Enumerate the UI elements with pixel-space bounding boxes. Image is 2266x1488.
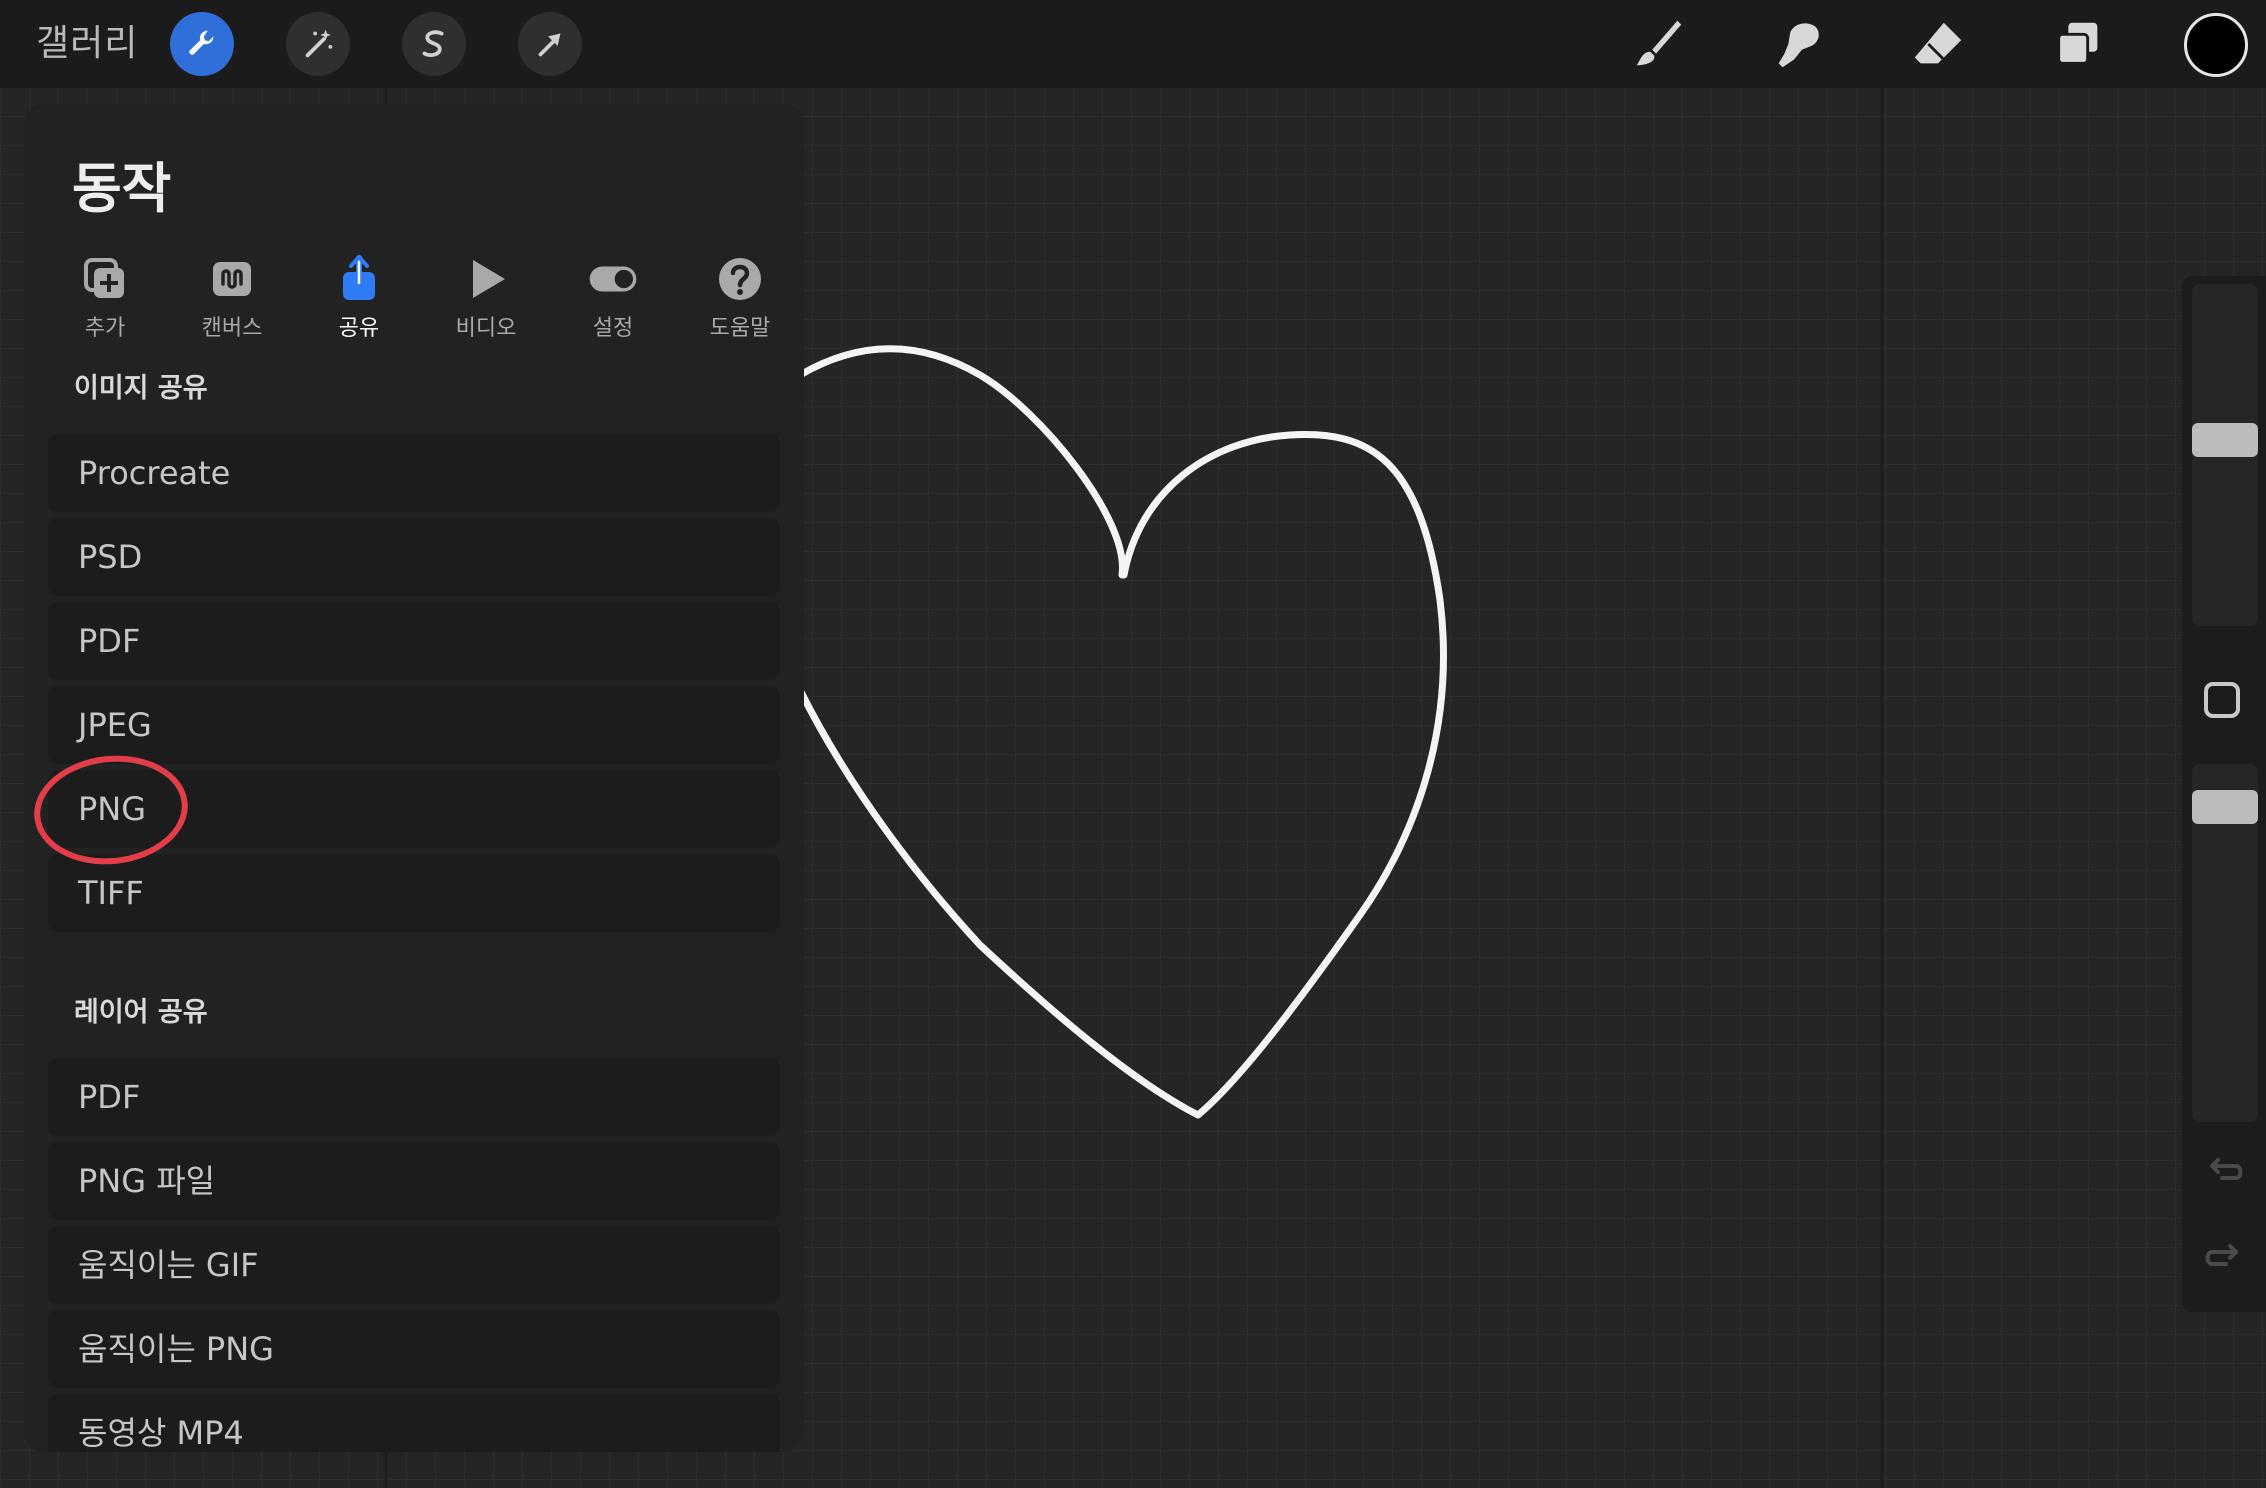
brush-tool-button[interactable] <box>1626 12 1690 76</box>
selection-button[interactable] <box>402 12 466 76</box>
panel-title: 동작 <box>72 157 172 220</box>
share-pdf-item[interactable]: PDF <box>48 602 780 680</box>
selection-s-icon <box>422 30 444 57</box>
actions-button[interactable] <box>170 12 234 76</box>
right-sidebar <box>2182 276 2266 1312</box>
tab-canvas[interactable]: 캔버스 <box>177 254 287 344</box>
layer-share-header: 레이어 공유 <box>74 997 208 1028</box>
tab-settings-label: 설정 <box>592 316 634 341</box>
toggle-icon <box>589 266 637 292</box>
color-picker-button[interactable] <box>2184 13 2248 77</box>
tab-add[interactable]: 추가 <box>50 254 160 344</box>
wrench-icon <box>189 30 214 55</box>
share-tiff-item[interactable]: TIFF <box>48 854 780 932</box>
image-share-list: Procreate PSD PDF JPEG PNG TIFF <box>48 434 780 938</box>
tab-settings[interactable]: 설정 <box>558 254 668 344</box>
actions-tabs: 추가 캔버스 공유 비디오 설정 도움말 <box>50 254 790 344</box>
actions-panel: 동작 추가 캔버스 공유 비디오 설정 도움말 이미지 공유 Procreate… <box>24 104 804 1452</box>
brush-size-slider[interactable] <box>2192 284 2258 626</box>
brush-size-thumb[interactable] <box>2192 423 2258 457</box>
canvas-icon <box>213 262 251 296</box>
tab-add-label: 추가 <box>84 316 126 341</box>
layer-share-animated-gif-item[interactable]: 움직이는 GIF <box>48 1226 780 1304</box>
image-share-header: 이미지 공유 <box>74 373 208 404</box>
opacity-thumb[interactable] <box>2192 790 2258 824</box>
share-png-item[interactable]: PNG <box>48 770 780 848</box>
tab-canvas-label: 캔버스 <box>201 316 263 341</box>
tab-video-label: 비디오 <box>455 316 517 341</box>
opacity-slider[interactable] <box>2192 764 2258 1122</box>
arrow-cursor-icon <box>538 33 561 57</box>
gallery-button[interactable]: 갤러리 <box>36 16 138 72</box>
undo-icon[interactable] <box>2202 1152 2246 1196</box>
share-jpeg-item[interactable]: JPEG <box>48 686 780 764</box>
layer-share-mp4-item[interactable]: 동영상 MP4 <box>48 1394 780 1452</box>
help-icon <box>719 258 761 300</box>
share-psd-item[interactable]: PSD <box>48 518 780 596</box>
magic-wand-icon <box>305 29 333 58</box>
top-toolbar: 갤러리 <box>0 0 2266 88</box>
smudge-icon <box>1778 23 1819 68</box>
layers-icon <box>2057 22 2098 65</box>
modify-button[interactable] <box>2204 682 2240 718</box>
tab-share-label: 공유 <box>338 316 380 341</box>
layer-share-pdf-item[interactable]: PDF <box>48 1058 780 1136</box>
tab-video[interactable]: 비디오 <box>431 254 541 344</box>
procreate-app: 갤러리 동작 추가 캔버스 공유 비디오 설정 도움말 이미지 공유 Procr… <box>0 0 2266 1488</box>
redo-icon[interactable] <box>2202 1238 2246 1282</box>
share-procreate-item[interactable]: Procreate <box>48 434 780 512</box>
transform-button[interactable] <box>518 12 582 76</box>
layer-share-animated-png-item[interactable]: 움직이는 PNG <box>48 1310 780 1388</box>
tab-help[interactable]: 도움말 <box>685 254 795 344</box>
share-icon <box>343 255 375 300</box>
brush-icon <box>1636 20 1682 66</box>
layer-share-png-files-item[interactable]: PNG 파일 <box>48 1142 780 1220</box>
tab-help-label: 도움말 <box>709 316 771 341</box>
add-icon <box>84 258 124 298</box>
eraser-icon <box>1914 22 1962 64</box>
layer-share-list: PDF PNG 파일 움직이는 GIF 움직이는 PNG 동영상 MP4 <box>48 1058 780 1452</box>
layers-button[interactable] <box>2046 12 2110 76</box>
play-icon <box>473 260 505 298</box>
tab-share[interactable]: 공유 <box>304 254 414 344</box>
smudge-tool-button[interactable] <box>1766 12 1830 76</box>
adjustments-button[interactable] <box>286 12 350 76</box>
eraser-tool-button[interactable] <box>1906 12 1970 76</box>
